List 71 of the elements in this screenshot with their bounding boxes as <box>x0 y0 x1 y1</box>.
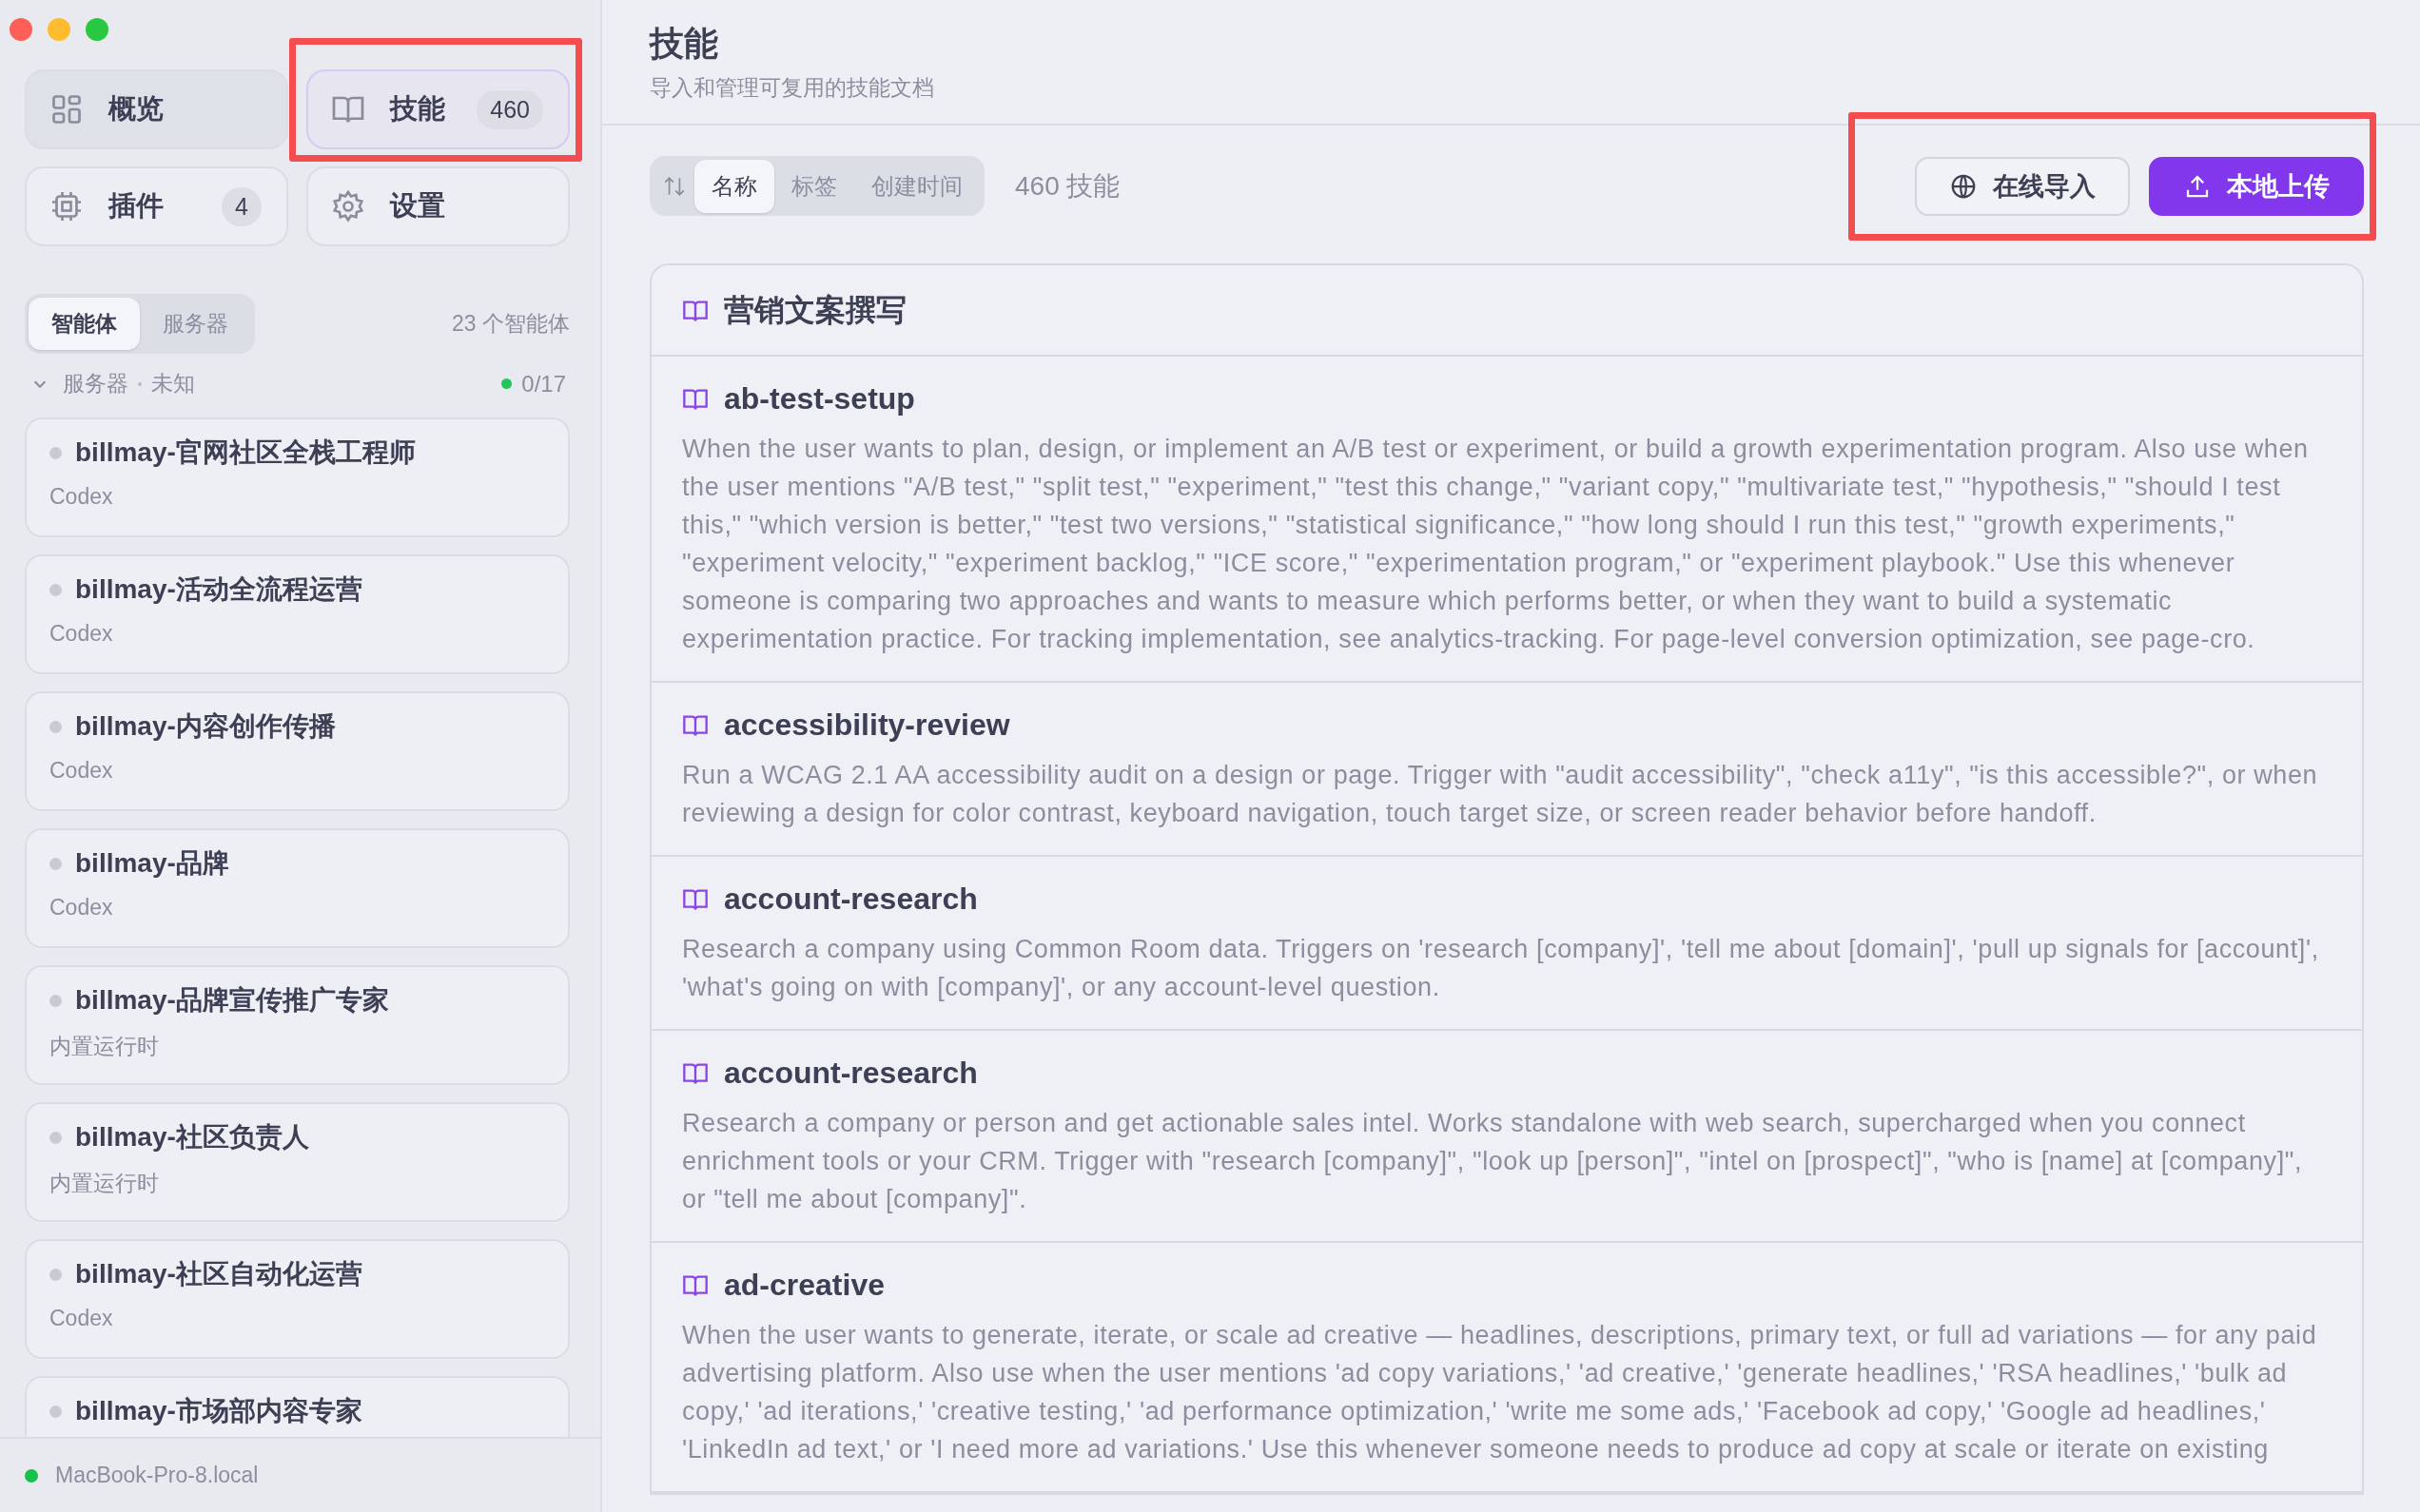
agent-card[interactable]: billmay-活动全流程运营 Codex <box>25 554 570 674</box>
group-status: 未知 <box>151 370 195 397</box>
nav-item[interactable]: 插件 4 <box>25 166 288 246</box>
agent-runtime: Codex <box>49 895 114 921</box>
agent-card[interactable]: billmay-内容创作传播 Codex <box>25 691 570 811</box>
host-name: MacBook-Pro-8.local <box>55 1463 259 1488</box>
nav-label: 技能 <box>390 92 446 126</box>
upload-button[interactable]: 本地上传 <box>2149 156 2364 216</box>
count-badge: 4 <box>222 186 262 226</box>
import-button[interactable]: 在线导入 <box>1915 156 2130 216</box>
status-dot <box>49 1405 62 1418</box>
skill-name: ad-creative <box>724 1268 885 1303</box>
close-window-button[interactable] <box>10 18 32 41</box>
status-dot <box>49 1131 62 1144</box>
agent-name: billmay-市场部内容专家 <box>75 1395 362 1427</box>
page-subtitle: 导入和管理可复用的技能文档 <box>650 74 935 102</box>
group-label: 服务器 <box>63 370 128 397</box>
agent-runtime: Codex <box>49 1306 114 1331</box>
agent-name: billmay-官网社区全栈工程师 <box>75 436 416 469</box>
status-dot <box>49 994 62 1007</box>
skill-name: ab-test-setup <box>724 381 915 417</box>
status-dot <box>49 583 62 596</box>
agent-name: billmay-内容创作传播 <box>75 710 336 743</box>
agent-name: billmay-社区负责人 <box>75 1121 309 1153</box>
skill-count: 460 技能 <box>1015 169 1121 203</box>
agent-runtime: Codex <box>49 621 114 647</box>
skill-description: Run a WCAG 2.1 AA accessibility audit on a design or page. Trigger with "audit accessibility", "check a11y", "is this accessible?", or when reviewing a design for color contrast, keyboard navigation, touch target size, or screen reader behavior before handoff. <box>682 760 2319 829</box>
status-dot <box>49 720 62 733</box>
nav-label: 插件 <box>108 189 165 223</box>
skill-name: accessibility-review <box>724 708 1010 743</box>
agent-name: billmay-社区自动化运营 <box>75 1258 362 1290</box>
nav-label: 设置 <box>390 189 446 223</box>
agent-runtime: Codex <box>49 484 114 510</box>
page-title: 技能 <box>650 23 719 65</box>
agent-card[interactable]: billmay-市场部内容专家 <box>25 1376 570 1437</box>
agent-name: billmay-品牌 <box>75 847 229 880</box>
agent-name: billmay-活动全流程运营 <box>75 573 362 606</box>
zoom-window-button[interactable] <box>86 18 108 41</box>
status-dot <box>49 1268 62 1281</box>
skill-description: Research a company using Common Room data. Triggers on 'research [company]', 'tell me about [domain]', 'pull up signals for [account]', 'what's going on with [company]', or any account-level question. <box>682 934 2320 1003</box>
sort-option[interactable]: 名称 <box>694 159 774 213</box>
nav-item[interactable]: 技能 460 <box>306 69 570 149</box>
agent-card[interactable]: billmay-官网社区全栈工程师 Codex <box>25 417 570 537</box>
nav-item[interactable]: 设置 <box>306 166 570 246</box>
agent-name: billmay-品牌宣传推广专家 <box>75 984 389 1017</box>
tab[interactable]: 智能体 <box>29 298 140 350</box>
grid-icon <box>49 92 84 126</box>
agent-runtime: 内置运行时 <box>49 1033 160 1060</box>
count-badge: 460 <box>477 89 543 129</box>
nav-item[interactable]: 概览 <box>25 69 288 149</box>
agent-card[interactable]: billmay-品牌宣传推广专家 内置运行时 <box>25 965 570 1085</box>
status-dot <box>49 857 62 870</box>
agent-runtime: 内置运行时 <box>49 1170 160 1197</box>
chip-icon <box>49 189 84 223</box>
skill-name: 营销文案撰写 <box>724 292 907 329</box>
nav-label: 概览 <box>108 92 165 126</box>
skill-description: When the user wants to generate, iterate, or scale ad creative — headlines, descriptions, primary text, or full ad variations — for any paid advertising platform. Also use when the user mentions 'ad copy variations,' 'ad creative,' 'generate headlines,' 'RSA headlines,' 'bulk ad copy,' 'ad iterations,' 'creative testing,' 'ad performance optimization,' 'write me some ads,' 'Facebook ad copy,' 'Google ad headlines,' 'LinkedIn ad text,' or 'I need more ad variations.' Use this whenever someone needs to produce ad copy at scale or iterate on existing <box>682 1320 2318 1465</box>
skill-name: account-research <box>724 1056 978 1091</box>
status-dot <box>49 446 62 459</box>
skill-description: Research a company or person and get actionable sales intel. Works standalone with web search, supercharged when you connect enrichment tools or your CRM. Trigger with "research [company]", "look up [person]", "intel on [prospect]", "who is [name] at [company]", or "tell me about [company]". <box>682 1108 2304 1215</box>
agent-runtime: Codex <box>49 758 114 784</box>
skill-name: account-research <box>724 882 978 917</box>
agent-count: 23 个智能体 <box>452 310 570 338</box>
skill-row[interactable]: 营销文案撰写 <box>652 265 2362 357</box>
settings-icon <box>331 189 365 223</box>
agent-card[interactable]: billmay-社区自动化运营 Codex <box>25 1239 570 1359</box>
online-count: 0/17 <box>521 370 566 397</box>
separator-dot <box>138 381 142 386</box>
agent-card[interactable]: billmay-品牌 Codex <box>25 828 570 948</box>
agent-card[interactable]: billmay-社区负责人 内置运行时 <box>25 1102 570 1222</box>
skill-description: When the user wants to plan, design, or implement an A/B test or experiment, or build a growth experimentation program. Also use when the user mentions "A/B test," "split test," "experiment," "test this change," "variant copy," "multivariate test," "hypothesis," "should I test this," "which version is better," "test two versions," "statistical significance," "how long should I run this test," "growth experiments," "experiment velocity," "experiment backlog," "ICE score," "experimentation program," or "experiment playbook." Use this whenever someone is comparing two approaches and wants to measure which performs better, or when they want to build a systematic experimentation practice. For tracking implementation, see analytics-tracking. For page-level conversion optimization, see page-cro. <box>682 434 2310 655</box>
